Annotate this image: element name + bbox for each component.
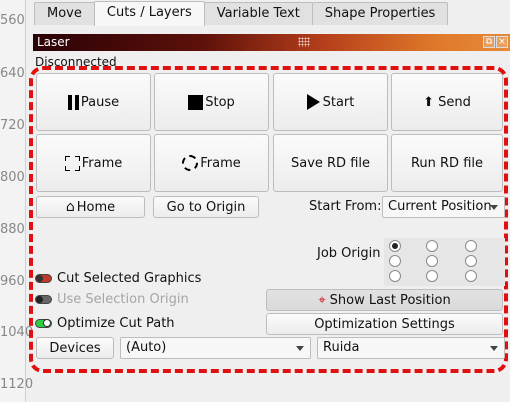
- laser-panel-header: Laser ⧉ ×: [33, 34, 510, 51]
- optimize-cut-path-label: Optimize Cut Path: [57, 316, 175, 331]
- chevron-down-icon: [296, 346, 304, 351]
- chevron-down-icon: [490, 346, 498, 351]
- chevron-down-icon: [490, 205, 498, 210]
- start-button[interactable]: Start: [273, 73, 388, 131]
- device-type-select[interactable]: Ruida: [317, 337, 505, 359]
- rect-frame-icon: [63, 154, 81, 172]
- origin-radio-center[interactable]: [426, 255, 438, 267]
- home-icon: ⌂: [65, 199, 75, 215]
- stop-icon: [188, 94, 204, 110]
- optimization-settings-button[interactable]: Optimization Settings: [266, 313, 503, 335]
- ruler-label: 880: [0, 222, 25, 237]
- stop-label: Stop: [205, 94, 235, 110]
- job-origin-label: Job Origin: [317, 246, 381, 261]
- devices-button[interactable]: Devices: [36, 337, 114, 359]
- close-icon[interactable]: ×: [496, 36, 508, 48]
- ruler-label: 1120: [0, 377, 34, 392]
- play-icon: [306, 94, 320, 110]
- optimize-cut-path-toggle[interactable]: [35, 319, 52, 328]
- ruler-label: 560: [0, 13, 25, 28]
- pause-button[interactable]: Pause: [36, 73, 151, 131]
- home-button[interactable]: ⌂ Home: [36, 196, 145, 218]
- tab-bar: Move Cuts / Layers Variable Text Shape P…: [34, 1, 449, 26]
- origin-radio-bottom-right[interactable]: [465, 270, 477, 282]
- ruler-label: 640: [0, 66, 25, 81]
- drag-handle-icon[interactable]: [298, 37, 310, 47]
- device-port-value: (Auto): [126, 340, 167, 355]
- tab-move[interactable]: Move: [34, 2, 95, 25]
- device-port-select[interactable]: (Auto): [120, 337, 311, 359]
- ruler-label: 720: [0, 118, 25, 133]
- send-button[interactable]: ⬆ Send: [391, 73, 503, 131]
- stop-button[interactable]: Stop: [154, 73, 269, 131]
- tab-cuts-layers[interactable]: Cuts / Layers: [93, 1, 205, 26]
- send-label: Send: [438, 94, 471, 110]
- run-rd-file-button[interactable]: Run RD file: [391, 134, 503, 192]
- frame-label: Frame: [81, 155, 123, 171]
- start-label: Start: [322, 94, 355, 110]
- origin-radio-top-left[interactable]: [389, 240, 401, 252]
- cut-selected-toggle[interactable]: [35, 274, 52, 283]
- upload-icon: ⬆: [423, 94, 435, 110]
- vertical-ruler: 560 640 720 800 880 960 1040 1120: [0, 0, 33, 402]
- origin-radio-top-right[interactable]: [465, 240, 477, 252]
- show-last-position-button[interactable]: ⌖ Show Last Position: [266, 289, 503, 311]
- start-from-value: Current Position: [388, 199, 492, 214]
- frame-label: Frame: [200, 155, 241, 171]
- ruler-label: 960: [0, 274, 25, 289]
- frame-button[interactable]: Frame: [36, 134, 151, 192]
- use-selection-origin-label: Use Selection Origin: [57, 292, 189, 307]
- go-to-origin-button[interactable]: Go to Origin: [153, 196, 259, 218]
- ruler-label: 800: [0, 170, 25, 185]
- crosshair-icon: ⌖: [318, 292, 326, 308]
- pause-label: Pause: [80, 94, 120, 110]
- cut-selected-label: Cut Selected Graphics: [57, 271, 202, 286]
- use-selection-origin-toggle[interactable]: [35, 295, 52, 304]
- circular-frame-button[interactable]: Frame: [154, 134, 269, 192]
- origin-radio-bottom-left[interactable]: [389, 270, 401, 282]
- origin-radio-bottom-center[interactable]: [426, 270, 438, 282]
- job-origin-grid: [384, 238, 505, 286]
- origin-radio-middle-left[interactable]: [389, 255, 401, 267]
- pause-icon: [67, 94, 79, 110]
- origin-radio-top-center[interactable]: [426, 240, 438, 252]
- tab-shape-properties[interactable]: Shape Properties: [311, 2, 449, 25]
- start-from-select[interactable]: Current Position: [382, 196, 505, 218]
- tab-variable-text[interactable]: Variable Text: [203, 2, 313, 25]
- home-label: Home: [76, 199, 116, 215]
- device-type-value: Ruida: [323, 340, 360, 355]
- save-rd-file-button[interactable]: Save RD file: [273, 134, 388, 192]
- origin-radio-middle-right[interactable]: [465, 255, 477, 267]
- panel-title: Laser: [37, 35, 70, 49]
- circle-frame-icon: [182, 155, 199, 171]
- show-last-position-label: Show Last Position: [329, 292, 451, 308]
- start-from-label: Start From:: [309, 199, 382, 214]
- float-icon[interactable]: ⧉: [483, 36, 495, 48]
